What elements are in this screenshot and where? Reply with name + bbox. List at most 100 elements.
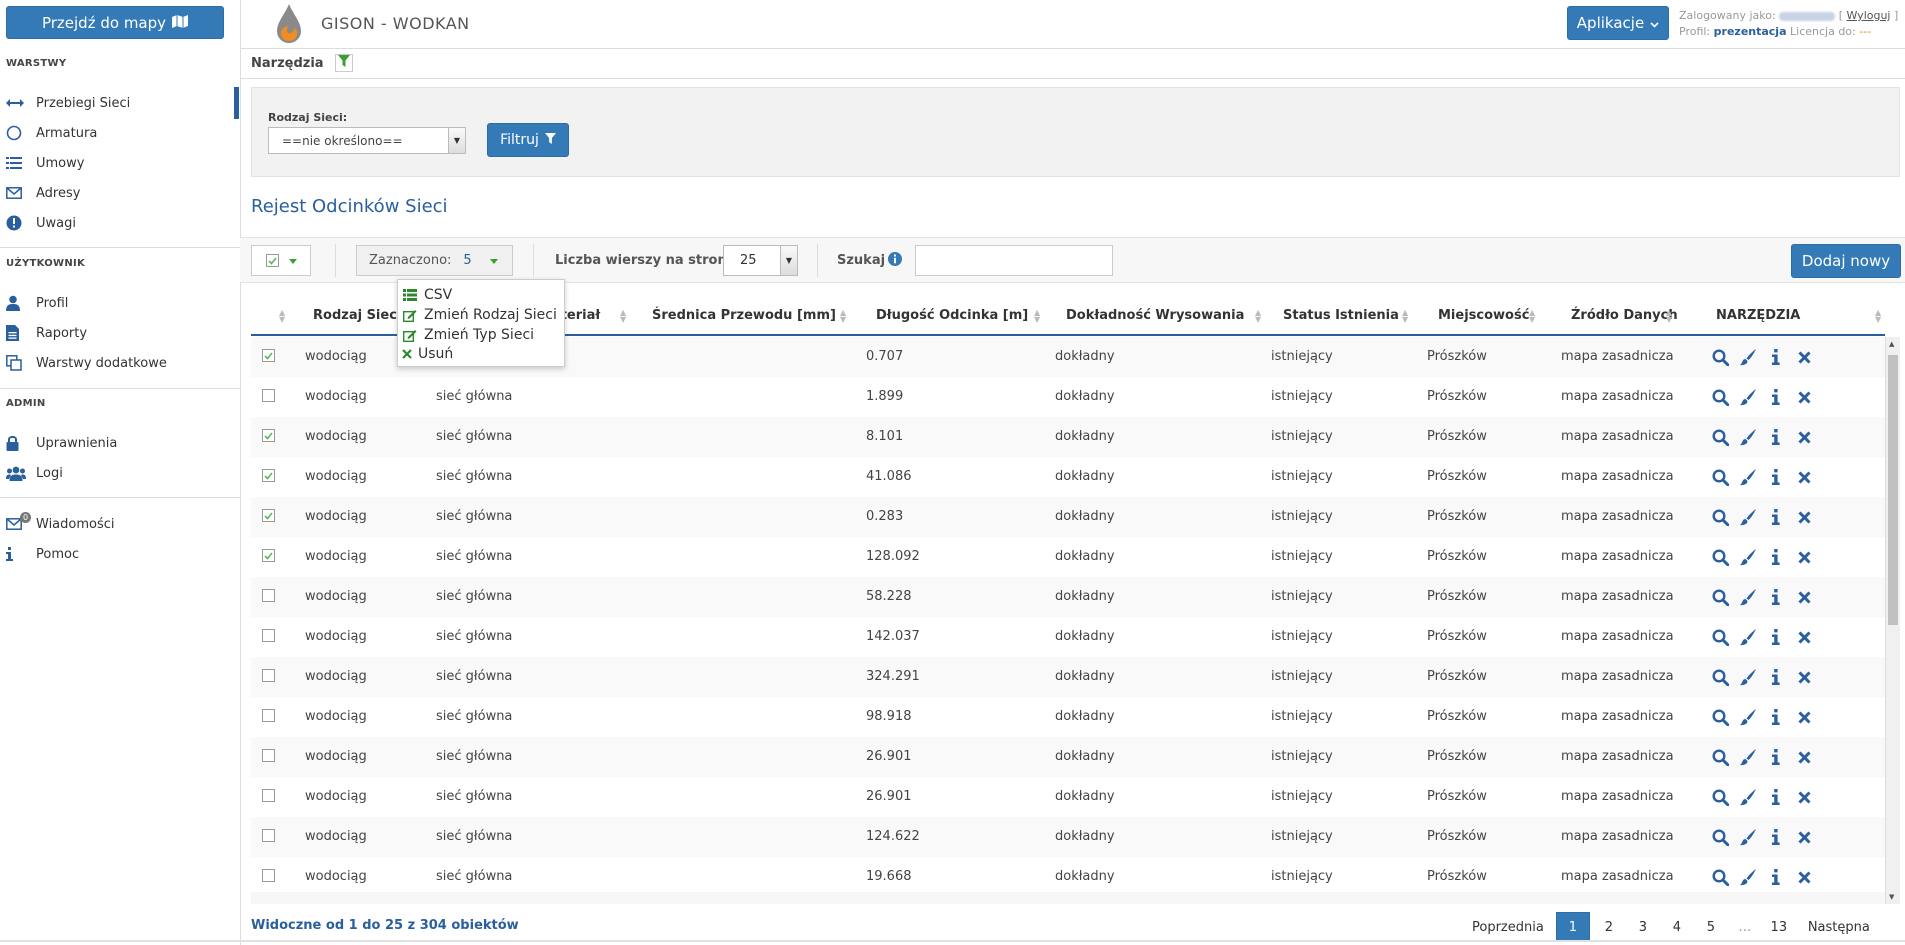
- sidebar-item-uwagi[interactable]: Uwagi: [6, 211, 234, 235]
- search-input[interactable]: [915, 245, 1113, 276]
- row-checkbox[interactable]: [262, 829, 275, 842]
- table-row[interactable]: wodociąg sieć główna 98.918 dokładny istniej…: [251, 697, 1885, 737]
- info-icon[interactable]: [1767, 628, 1785, 646]
- brush-icon[interactable]: [1739, 668, 1757, 686]
- column-header-dokladnosc[interactable]: Dokładność Wrysowania: [1066, 308, 1244, 323]
- search-icon[interactable]: [1711, 588, 1729, 606]
- delete-icon[interactable]: [1795, 548, 1813, 566]
- table-row[interactable]: wodociąg sieć główna 124.622 dokładny istnie…: [251, 817, 1885, 857]
- scrollbar-thumb[interactable]: [1888, 355, 1898, 625]
- delete-icon[interactable]: [1795, 668, 1813, 686]
- sort-icon[interactable]: ▲ ▼: [1529, 309, 1535, 324]
- sidebar-item-adresy[interactable]: Adresy: [6, 181, 234, 205]
- delete-icon[interactable]: [1795, 828, 1813, 846]
- column-header-status[interactable]: Status Istnienia: [1283, 308, 1399, 323]
- search-icon[interactable]: [1711, 828, 1729, 846]
- brush-icon[interactable]: [1739, 788, 1757, 806]
- brush-icon[interactable]: [1739, 508, 1757, 526]
- sidebar-item-warstwy-dodatkowe[interactable]: Warstwy dodatkowe: [6, 351, 234, 375]
- delete-icon[interactable]: [1795, 748, 1813, 766]
- selected-actions-dropdown[interactable]: Zaznaczono: 5: [356, 245, 513, 276]
- column-header-miejscowosc[interactable]: Miejscowość: [1438, 308, 1529, 323]
- row-checkbox[interactable]: [262, 629, 275, 642]
- sort-icon[interactable]: ▲ ▼: [1255, 309, 1261, 324]
- search-icon[interactable]: [1711, 788, 1729, 806]
- search-icon[interactable]: [1711, 348, 1729, 366]
- sidebar-item-logi[interactable]: Logi: [6, 461, 234, 485]
- info-icon[interactable]: [1767, 548, 1785, 566]
- table-row[interactable]: wodociąg sieć główna 8.101 dokładny istnieją…: [251, 417, 1885, 457]
- horizontal-scrollbar[interactable]: [251, 892, 1885, 904]
- info-icon[interactable]: [1767, 588, 1785, 606]
- brush-icon[interactable]: [1739, 748, 1757, 766]
- sidebar-item-pomoc[interactable]: Pomoc: [6, 542, 234, 566]
- pagination-page-3[interactable]: 3: [1626, 912, 1660, 942]
- table-row[interactable]: wodociąg sieć główna 26.901 dokładny istniej…: [251, 737, 1885, 777]
- info-icon[interactable]: [1767, 668, 1785, 686]
- search-icon[interactable]: [1711, 628, 1729, 646]
- go-to-map-button[interactable]: Przejdź do mapy: [6, 6, 224, 39]
- menu-item-change-network-kind[interactable]: Zmień Typ Sieci: [402, 325, 534, 345]
- delete-icon[interactable]: [1795, 788, 1813, 806]
- brush-icon[interactable]: [1739, 548, 1757, 566]
- search-icon[interactable]: [1711, 428, 1729, 446]
- menu-item-delete[interactable]: Usuń: [402, 344, 453, 364]
- sidebar-item-umowy[interactable]: Umowy: [6, 151, 234, 175]
- row-checkbox[interactable]: [262, 869, 275, 882]
- search-icon[interactable]: [1711, 668, 1729, 686]
- info-icon[interactable]: [1767, 828, 1785, 846]
- info-icon[interactable]: [1767, 708, 1785, 726]
- table-row[interactable]: wodociąg sieć główna 128.092 dokładny istnie…: [251, 537, 1885, 577]
- row-checkbox[interactable]: [262, 549, 275, 562]
- delete-icon[interactable]: [1795, 348, 1813, 366]
- table-row[interactable]: wodociąg sieć główna 1.899 dokładny istnieją…: [251, 377, 1885, 417]
- search-icon[interactable]: [1711, 748, 1729, 766]
- search-icon[interactable]: [1711, 508, 1729, 526]
- table-row[interactable]: wodociąg sieć główna 0.283 dokładny istnieją…: [251, 497, 1885, 537]
- delete-icon[interactable]: [1795, 628, 1813, 646]
- vertical-scrollbar[interactable]: ▲ ▼: [1885, 337, 1900, 904]
- rows-per-page-select[interactable]: 25 ▼: [723, 245, 798, 276]
- row-checkbox[interactable]: [262, 709, 275, 722]
- brush-icon[interactable]: [1739, 868, 1757, 886]
- brush-icon[interactable]: [1739, 708, 1757, 726]
- info-icon[interactable]: [1767, 348, 1785, 366]
- pagination-page-13[interactable]: 13: [1762, 912, 1796, 942]
- delete-icon[interactable]: [1795, 708, 1813, 726]
- table-row[interactable]: wodociąg sieć główna 41.086 dokładny istniej…: [251, 457, 1885, 497]
- brush-icon[interactable]: [1739, 628, 1757, 646]
- brush-icon[interactable]: [1739, 388, 1757, 406]
- pagination-next[interactable]: Następna: [1796, 912, 1882, 942]
- add-new-button[interactable]: Dodaj nowy: [1791, 244, 1901, 278]
- delete-icon[interactable]: [1795, 868, 1813, 886]
- filter-toggle-button[interactable]: [335, 54, 353, 72]
- search-icon[interactable]: [1711, 868, 1729, 886]
- table-row[interactable]: wodociąg sieć główna 19.668 dokładny istniej…: [251, 857, 1885, 892]
- filter-button[interactable]: Filtruj: [487, 123, 569, 157]
- logout-link[interactable]: Wyloguj: [1847, 9, 1891, 22]
- sidebar-item-wiadomosci[interactable]: 0 Wiadomości: [6, 512, 234, 536]
- sidebar-item-raporty[interactable]: Raporty: [6, 321, 234, 345]
- sort-icon[interactable]: ▲ ▼: [620, 309, 626, 324]
- row-checkbox[interactable]: [262, 749, 275, 762]
- brush-icon[interactable]: [1739, 348, 1757, 366]
- search-icon[interactable]: [1711, 388, 1729, 406]
- table-row[interactable]: wodociąg sieć główna 58.228 dokładny istniej…: [251, 577, 1885, 617]
- row-checkbox[interactable]: [262, 589, 275, 602]
- row-checkbox[interactable]: [262, 469, 275, 482]
- search-icon[interactable]: [1711, 468, 1729, 486]
- delete-icon[interactable]: [1795, 508, 1813, 526]
- row-checkbox[interactable]: [262, 429, 275, 442]
- brush-icon[interactable]: [1739, 828, 1757, 846]
- brush-icon[interactable]: [1739, 468, 1757, 486]
- sidebar-item-armatura[interactable]: Armatura: [6, 121, 234, 145]
- pagination-page-2[interactable]: 2: [1592, 912, 1626, 942]
- row-checkbox[interactable]: [262, 349, 275, 362]
- info-icon[interactable]: [1767, 508, 1785, 526]
- delete-icon[interactable]: [1795, 388, 1813, 406]
- sidebar-item-uprawnienia[interactable]: Uprawnienia: [6, 431, 234, 455]
- delete-icon[interactable]: [1795, 588, 1813, 606]
- menu-item-csv[interactable]: CSV: [402, 285, 452, 305]
- pagination-page-1[interactable]: 1: [1555, 912, 1590, 942]
- sort-icon[interactable]: ▲ ▼: [1034, 309, 1040, 324]
